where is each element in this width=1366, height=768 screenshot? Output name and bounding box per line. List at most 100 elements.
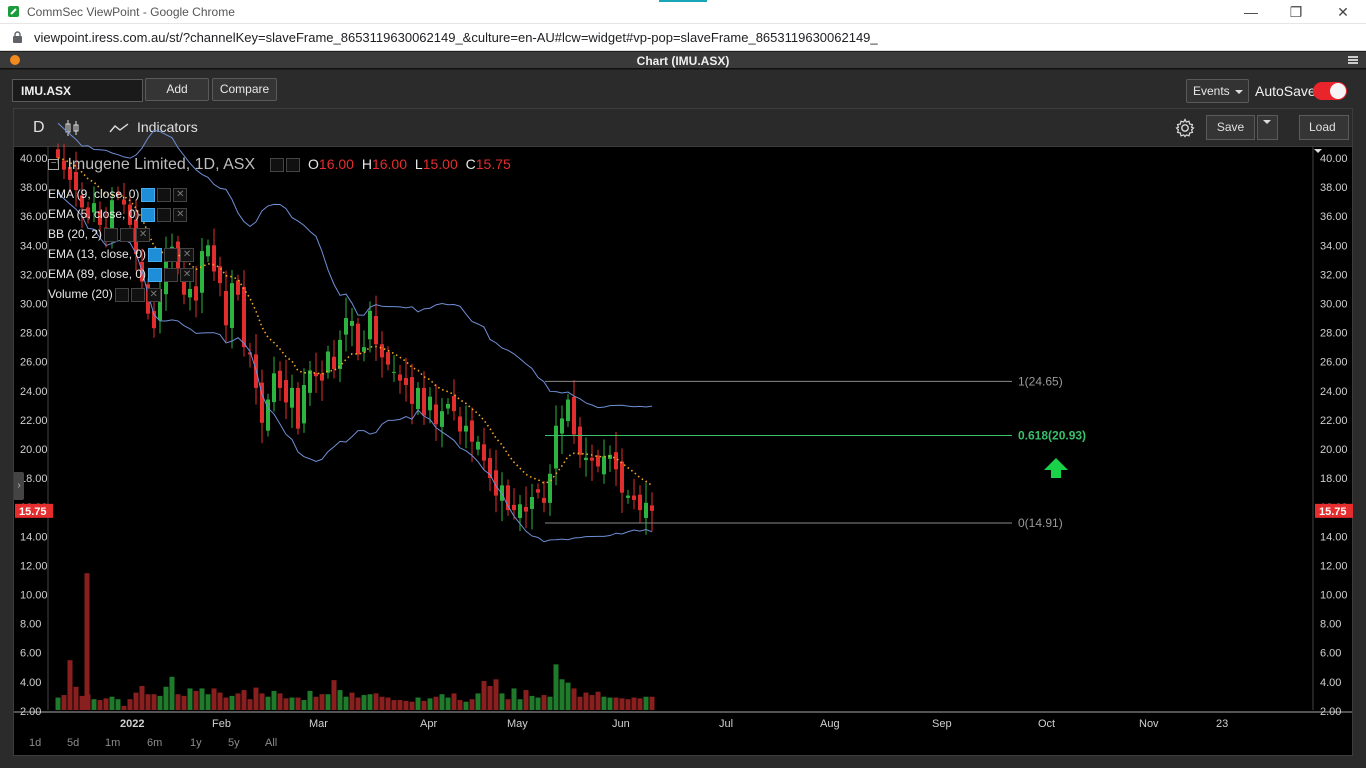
chevron-right-icon[interactable]: › xyxy=(14,472,24,500)
candle-body[interactable] xyxy=(278,370,282,388)
indicator-legend-item[interactable]: EMA (9, close, 0) ✕ xyxy=(48,187,188,203)
close-icon[interactable]: ✕ xyxy=(173,187,188,202)
candle-body[interactable] xyxy=(644,502,648,518)
candle-body[interactable] xyxy=(338,339,342,369)
eye-icon[interactable] xyxy=(104,227,119,242)
candle-body[interactable] xyxy=(440,411,444,427)
candle-body[interactable] xyxy=(386,352,390,365)
gear-icon[interactable] xyxy=(157,187,172,202)
candle-body[interactable] xyxy=(548,473,552,503)
indicator-legend-item[interactable]: EMA (5, close, 0) ✕ xyxy=(48,207,188,223)
candle-body[interactable] xyxy=(530,497,534,509)
period-5y[interactable]: 5y xyxy=(228,734,240,752)
candle-body[interactable] xyxy=(464,425,468,432)
candle-body[interactable] xyxy=(566,399,570,422)
close-icon[interactable]: ✕ xyxy=(180,247,195,262)
period-5d[interactable]: 5d xyxy=(67,734,79,752)
collapse-legend-icon[interactable]: − xyxy=(48,159,59,171)
candle-body[interactable] xyxy=(632,495,636,500)
gear-icon[interactable] xyxy=(130,287,145,302)
candle-body[interactable] xyxy=(398,374,402,381)
candle-body[interactable] xyxy=(368,310,372,340)
candle-body[interactable] xyxy=(560,418,564,434)
candle-body[interactable] xyxy=(482,444,486,461)
candle-body[interactable] xyxy=(272,373,276,403)
candle-body[interactable] xyxy=(374,316,378,345)
eye-icon[interactable] xyxy=(141,187,156,202)
period-1d[interactable]: 1d xyxy=(29,734,41,752)
candle-body[interactable] xyxy=(224,290,228,326)
gear-icon[interactable] xyxy=(164,267,179,282)
candle-body[interactable] xyxy=(596,455,600,467)
candle-body[interactable] xyxy=(620,461,624,493)
indicator-legend-item[interactable]: BB (20, 2) ✕ xyxy=(48,227,151,243)
candle-body[interactable] xyxy=(242,286,246,348)
candle-body[interactable] xyxy=(302,384,306,424)
candle-body[interactable] xyxy=(392,371,396,373)
url-text[interactable]: viewpoint.iress.com.au/st/?channelKey=sl… xyxy=(34,30,878,45)
candle-body[interactable] xyxy=(518,504,522,518)
candle-body[interactable] xyxy=(362,347,366,352)
candle-body[interactable] xyxy=(524,506,528,512)
candle-body[interactable] xyxy=(380,344,384,358)
candle-body[interactable] xyxy=(350,320,354,326)
candle-body[interactable] xyxy=(536,489,540,493)
candle-body[interactable] xyxy=(554,425,558,469)
gear-icon[interactable] xyxy=(120,227,135,242)
eye-icon[interactable] xyxy=(269,157,284,172)
close-window-button[interactable]: ✕ xyxy=(1320,2,1366,22)
candle-body[interactable] xyxy=(452,396,456,412)
eye-icon[interactable] xyxy=(141,207,156,222)
candle-body[interactable] xyxy=(236,280,240,295)
candle-body[interactable] xyxy=(194,286,198,301)
period-1m[interactable]: 1m xyxy=(105,734,120,752)
candle-body[interactable] xyxy=(212,245,216,272)
candle-body[interactable] xyxy=(458,416,462,432)
gear-icon[interactable] xyxy=(285,157,300,172)
candle-body[interactable] xyxy=(638,494,642,511)
candle-body[interactable] xyxy=(416,387,420,410)
eye-icon[interactable] xyxy=(148,247,163,262)
candle-body[interactable] xyxy=(446,403,450,409)
candle-body[interactable] xyxy=(584,457,588,461)
address-bar[interactable]: viewpoint.iress.com.au/st/?channelKey=sl… xyxy=(0,24,1366,51)
candle-body[interactable] xyxy=(470,420,474,442)
candle-body[interactable] xyxy=(308,370,312,393)
candle-body[interactable] xyxy=(404,377,408,385)
candle-body[interactable] xyxy=(284,380,288,403)
candle-body[interactable] xyxy=(650,505,654,511)
candle-body[interactable] xyxy=(512,504,516,511)
close-icon[interactable]: ✕ xyxy=(180,267,195,282)
candle-body[interactable] xyxy=(542,497,546,503)
candle-body[interactable] xyxy=(572,396,576,435)
gear-icon[interactable] xyxy=(164,247,179,262)
candle-body[interactable] xyxy=(290,387,294,408)
close-icon[interactable]: ✕ xyxy=(146,287,161,302)
candle-body[interactable] xyxy=(602,456,606,475)
candle-body[interactable] xyxy=(344,318,348,335)
candle-body[interactable] xyxy=(200,251,204,293)
period-6m[interactable]: 6m xyxy=(147,734,162,752)
candle-body[interactable] xyxy=(320,373,324,381)
minimize-button[interactable]: — xyxy=(1228,2,1274,22)
indicator-legend-item[interactable]: Volume (20) ✕ xyxy=(48,287,161,303)
candle-body[interactable] xyxy=(326,351,330,373)
candle-body[interactable] xyxy=(428,396,432,411)
restore-button[interactable]: ❐ xyxy=(1273,2,1319,22)
candle-body[interactable] xyxy=(626,495,630,498)
period-1y[interactable]: 1y xyxy=(190,734,202,752)
candle-body[interactable] xyxy=(434,404,438,425)
period-all[interactable]: All xyxy=(265,734,277,752)
candle-body[interactable] xyxy=(356,323,360,355)
candle-body[interactable] xyxy=(296,387,300,429)
close-icon[interactable]: ✕ xyxy=(136,227,151,242)
candle-body[interactable] xyxy=(188,288,192,298)
eye-icon[interactable] xyxy=(114,287,129,302)
candle-body[interactable] xyxy=(476,441,480,450)
gear-icon[interactable] xyxy=(157,207,172,222)
candle-body[interactable] xyxy=(410,377,414,404)
indicator-legend-item[interactable]: EMA (13, close, 0) ✕ xyxy=(48,247,195,263)
candle-body[interactable] xyxy=(578,426,582,455)
price-chart[interactable]: 40.00 40.00 38.00 38.00 36.00 36.00 34.00 34.00… xyxy=(0,70,1366,768)
candle-body[interactable] xyxy=(590,457,594,461)
